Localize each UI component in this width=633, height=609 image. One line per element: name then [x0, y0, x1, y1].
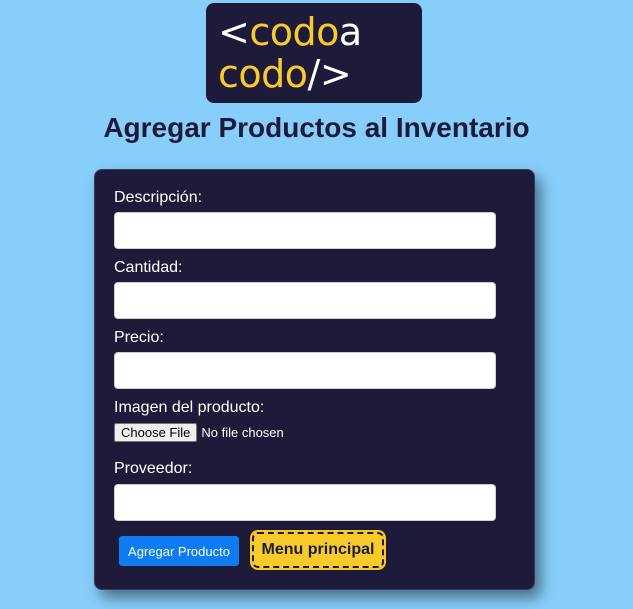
- proveedor-label: Proveedor:: [114, 460, 193, 477]
- imagen-label: Imagen del producto:: [114, 399, 265, 416]
- logo-line-2: codo/>: [218, 53, 422, 95]
- precio-label: Precio:: [114, 329, 164, 346]
- codoacodo-logo: <codoa codo/>: [206, 3, 422, 103]
- descripcion-input[interactable]: [114, 212, 496, 249]
- logo-codo-1: codo: [249, 10, 339, 54]
- precio-input[interactable]: [114, 352, 496, 389]
- logo-codo-2: codo: [218, 52, 308, 96]
- cantidad-label: Cantidad:: [114, 259, 183, 276]
- cantidad-input[interactable]: [114, 282, 496, 319]
- proveedor-input[interactable]: [114, 484, 496, 521]
- imagen-file-input: Choose File No file chosen: [114, 423, 284, 442]
- logo-a: a: [338, 10, 362, 54]
- logo-line-1: <codoa: [218, 11, 422, 53]
- menu-principal-button[interactable]: Menu principal: [250, 530, 386, 570]
- product-form: Descripción: Cantidad: Precio: Imagen de…: [94, 169, 535, 590]
- choose-file-button[interactable]: Choose File: [114, 423, 198, 442]
- descripcion-label: Descripción:: [114, 189, 203, 206]
- page-title: Agregar Productos al Inventario: [103, 112, 530, 143]
- agregar-producto-button[interactable]: Agregar Producto: [119, 536, 239, 566]
- logo-lt: <: [218, 10, 250, 54]
- logo-slash: />: [307, 52, 352, 96]
- file-status-text: No file chosen: [201, 425, 284, 440]
